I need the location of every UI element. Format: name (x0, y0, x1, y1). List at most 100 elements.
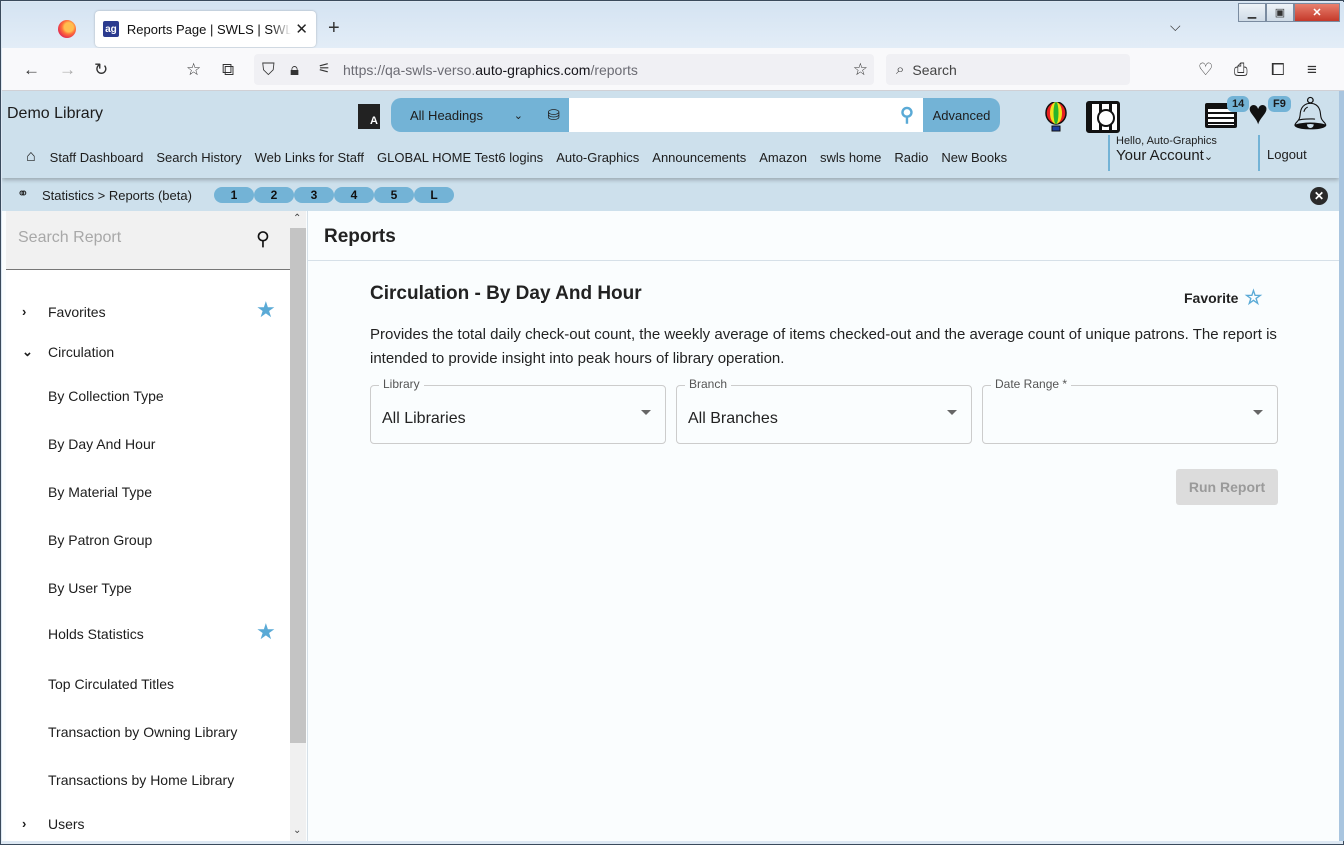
bell-icon[interactable]: 🔔︎ (1290, 97, 1331, 129)
sidebar-item-label: Transactions by Home Library (48, 772, 235, 788)
url-prefix: https://qa-swls-verso. (343, 61, 476, 78)
star-icon[interactable]: ★ (256, 297, 276, 323)
pill-2[interactable]: 2 (254, 187, 294, 203)
firefox-icon[interactable] (58, 20, 76, 38)
scrollbar-thumb[interactable] (290, 228, 306, 743)
chevron-down-icon: ⌄ (1203, 151, 1214, 163)
url-path: /reports (590, 61, 638, 78)
heart-icon[interactable]: ♥ (1248, 96, 1268, 130)
shield-icon[interactable]: ⛉ (262, 60, 275, 80)
minimize-button[interactable]: ▁ (1238, 3, 1266, 22)
back-icon[interactable]: ← (23, 60, 40, 80)
reload-icon[interactable]: ↻ (94, 60, 108, 80)
print-icon[interactable]: ⎙ (1234, 60, 1248, 80)
caret-down-icon (1253, 410, 1263, 415)
library-name: Demo Library (7, 105, 104, 122)
tab-reports[interactable]: ag Reports Page | SWLS | SWLS | Auto-Gra… (95, 11, 316, 47)
star-icon[interactable]: ★ (256, 619, 276, 645)
your-account-label: Your Account (1116, 147, 1204, 164)
branch-select[interactable]: Branch All Branches (676, 377, 972, 444)
branch-value: All Branches (688, 410, 778, 427)
close-window-button[interactable]: ✕ (1294, 3, 1340, 22)
pill-5[interactable]: 5 (374, 187, 414, 203)
lock-icon[interactable]: 🔒︎ (290, 60, 299, 80)
link-icon: ⚭ (17, 185, 29, 201)
share-icon[interactable]: ⧉ (222, 60, 234, 80)
branch-label: Branch (685, 377, 732, 391)
database-icon[interactable]: ⛁ (547, 106, 560, 124)
tab-title: Reports Page | SWLS | SWLS | Auto-Graphi… (126, 21, 292, 37)
extensions-icon[interactable]: ⧠ (1271, 60, 1285, 80)
chevron-down-icon: ⌄ (22, 344, 33, 359)
scroll-down-icon[interactable]: ⌄ (293, 825, 301, 836)
nav-announcements[interactable]: Announcements (652, 150, 746, 165)
pocket-icon[interactable]: ♡ (1198, 60, 1213, 80)
sidebar-item-label: By Patron Group (48, 532, 153, 548)
nav-global-home[interactable]: GLOBAL HOME Test6 logins (377, 150, 543, 165)
bookmarks-icon[interactable]: ☆ (186, 60, 201, 80)
report-panel: Reports Circulation - By Day And Hour Fa… (307, 211, 1339, 841)
nav-search-history[interactable]: Search History (156, 150, 241, 165)
pill-4[interactable]: 4 (334, 187, 374, 203)
forward-icon[interactable]: → (59, 60, 76, 80)
window-frame-right (1339, 91, 1344, 841)
menu-icon[interactable]: ≡ (1307, 60, 1317, 80)
url-text[interactable]: https://qa-swls-verso.auto-graphics.com/… (343, 62, 638, 78)
date-range-label: Date Range * (991, 377, 1072, 391)
catalog-search-input[interactable] (569, 98, 891, 132)
scroll-up-icon[interactable]: ⌃ (293, 213, 301, 224)
heading-select[interactable]: All Headings ⌄ ⛁ (391, 98, 569, 132)
pill-3[interactable]: 3 (294, 187, 334, 203)
pill-1[interactable]: 1 (214, 187, 254, 203)
run-report-button[interactable]: Run Report (1176, 469, 1278, 505)
new-tab-icon[interactable]: + (328, 17, 340, 40)
home-icon[interactable]: ⌂ (26, 148, 36, 166)
date-range-select[interactable]: Date Range * (982, 377, 1278, 444)
bookmark-star-icon[interactable]: ☆ (853, 60, 868, 80)
star-outline-icon[interactable]: ☆ (1244, 285, 1262, 310)
heading-select-value: All Headings (410, 107, 483, 123)
nav-swls-home[interactable]: swls home (820, 150, 881, 165)
report-search-input[interactable] (18, 229, 238, 247)
catalog-search: All Headings ⌄ ⛁ ⚲ Advanced (391, 98, 1000, 132)
list-tabs-chevron-icon[interactable]: ⌵ (1170, 18, 1181, 35)
top-nav: ⌂ Staff Dashboard Search History Web Lin… (26, 148, 1020, 166)
favorite-toggle[interactable]: Favorite ☆ (1184, 285, 1262, 310)
logout-link[interactable]: Logout (1258, 135, 1307, 171)
sidebar-item-label: Holds Statistics (48, 626, 144, 642)
nav-auto-graphics[interactable]: Auto-Graphics (556, 150, 639, 165)
library-select[interactable]: Library All Libraries (370, 377, 666, 444)
sidebar-scrollbar[interactable]: ⌃ ⌄ (290, 211, 306, 841)
nav-new-books[interactable]: New Books (941, 150, 1007, 165)
nav-web-links[interactable]: Web Links for Staff (255, 150, 364, 165)
url-domain: auto-graphics.com (475, 61, 591, 78)
advanced-search-button[interactable]: Advanced (923, 98, 1000, 132)
sidebar-item-label: Circulation (48, 344, 115, 360)
caret-down-icon (947, 410, 957, 415)
account-menu[interactable]: Hello, Auto-Graphics Your Account⌄ (1108, 135, 1217, 171)
browser-search-bar[interactable]: ⌕ Search (886, 54, 1130, 85)
lists-badge: 14 (1227, 96, 1250, 112)
search-icon: ⌕ (896, 61, 905, 78)
favorites-badge: F9 (1268, 96, 1291, 112)
app-content: Demo Library A All Headings ⌄ ⛁ ⚲ Advanc… (2, 91, 1339, 841)
hot-air-balloon-icon[interactable] (1044, 102, 1068, 132)
nav-amazon[interactable]: Amazon (759, 150, 807, 165)
pill-l[interactable]: L (414, 187, 454, 203)
restore-button[interactable]: ▣ (1266, 3, 1294, 22)
scan-search-icon[interactable] (1086, 101, 1120, 133)
close-icon[interactable]: ✕ (1310, 187, 1328, 205)
report-title: Circulation - By Day And Hour (370, 283, 642, 304)
permissions-icon[interactable]: ⚟ (318, 60, 331, 77)
browser-search-placeholder: Search (912, 61, 957, 78)
close-tab-icon[interactable]: ✕ (295, 20, 308, 38)
browser-window: ag Reports Page | SWLS | SWLS | Auto-Gra… (0, 0, 1344, 845)
nav-radio[interactable]: Radio (894, 150, 928, 165)
chevron-right-icon: › (22, 816, 27, 831)
url-bar[interactable]: ⛉ 🔒︎ ⚟ https://qa-swls-verso.auto-graphi… (254, 54, 874, 85)
language-icon[interactable]: A (358, 104, 380, 129)
search-icon[interactable]: ⚲ (891, 98, 923, 132)
search-icon[interactable]: ⚲ (256, 228, 270, 251)
nav-staff-dashboard[interactable]: Staff Dashboard (50, 150, 144, 165)
breadcrumb: Statistics > Reports (beta) (42, 188, 192, 203)
